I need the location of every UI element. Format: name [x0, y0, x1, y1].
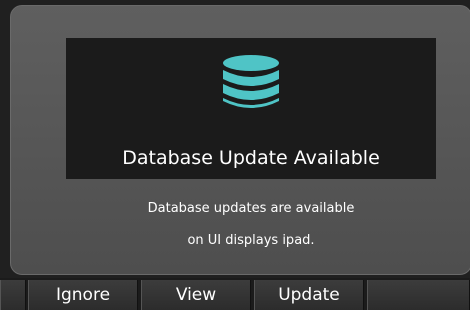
message-line-2: on UI displays ipad.: [187, 233, 315, 248]
view-button[interactable]: View: [141, 280, 251, 310]
screen: Database Update Available Database updat…: [0, 0, 470, 310]
update-button[interactable]: Update: [254, 280, 364, 310]
message-line-1: Database updates are available: [147, 201, 355, 216]
ignore-button[interactable]: Ignore: [28, 280, 138, 310]
database-icon: [223, 55, 279, 108]
softkey-blank-right: [367, 280, 470, 310]
softkey-blank-left: [0, 280, 26, 310]
dialog-title: Database Update Available: [122, 147, 380, 169]
softkey-bar: Ignore View Update: [0, 278, 470, 310]
